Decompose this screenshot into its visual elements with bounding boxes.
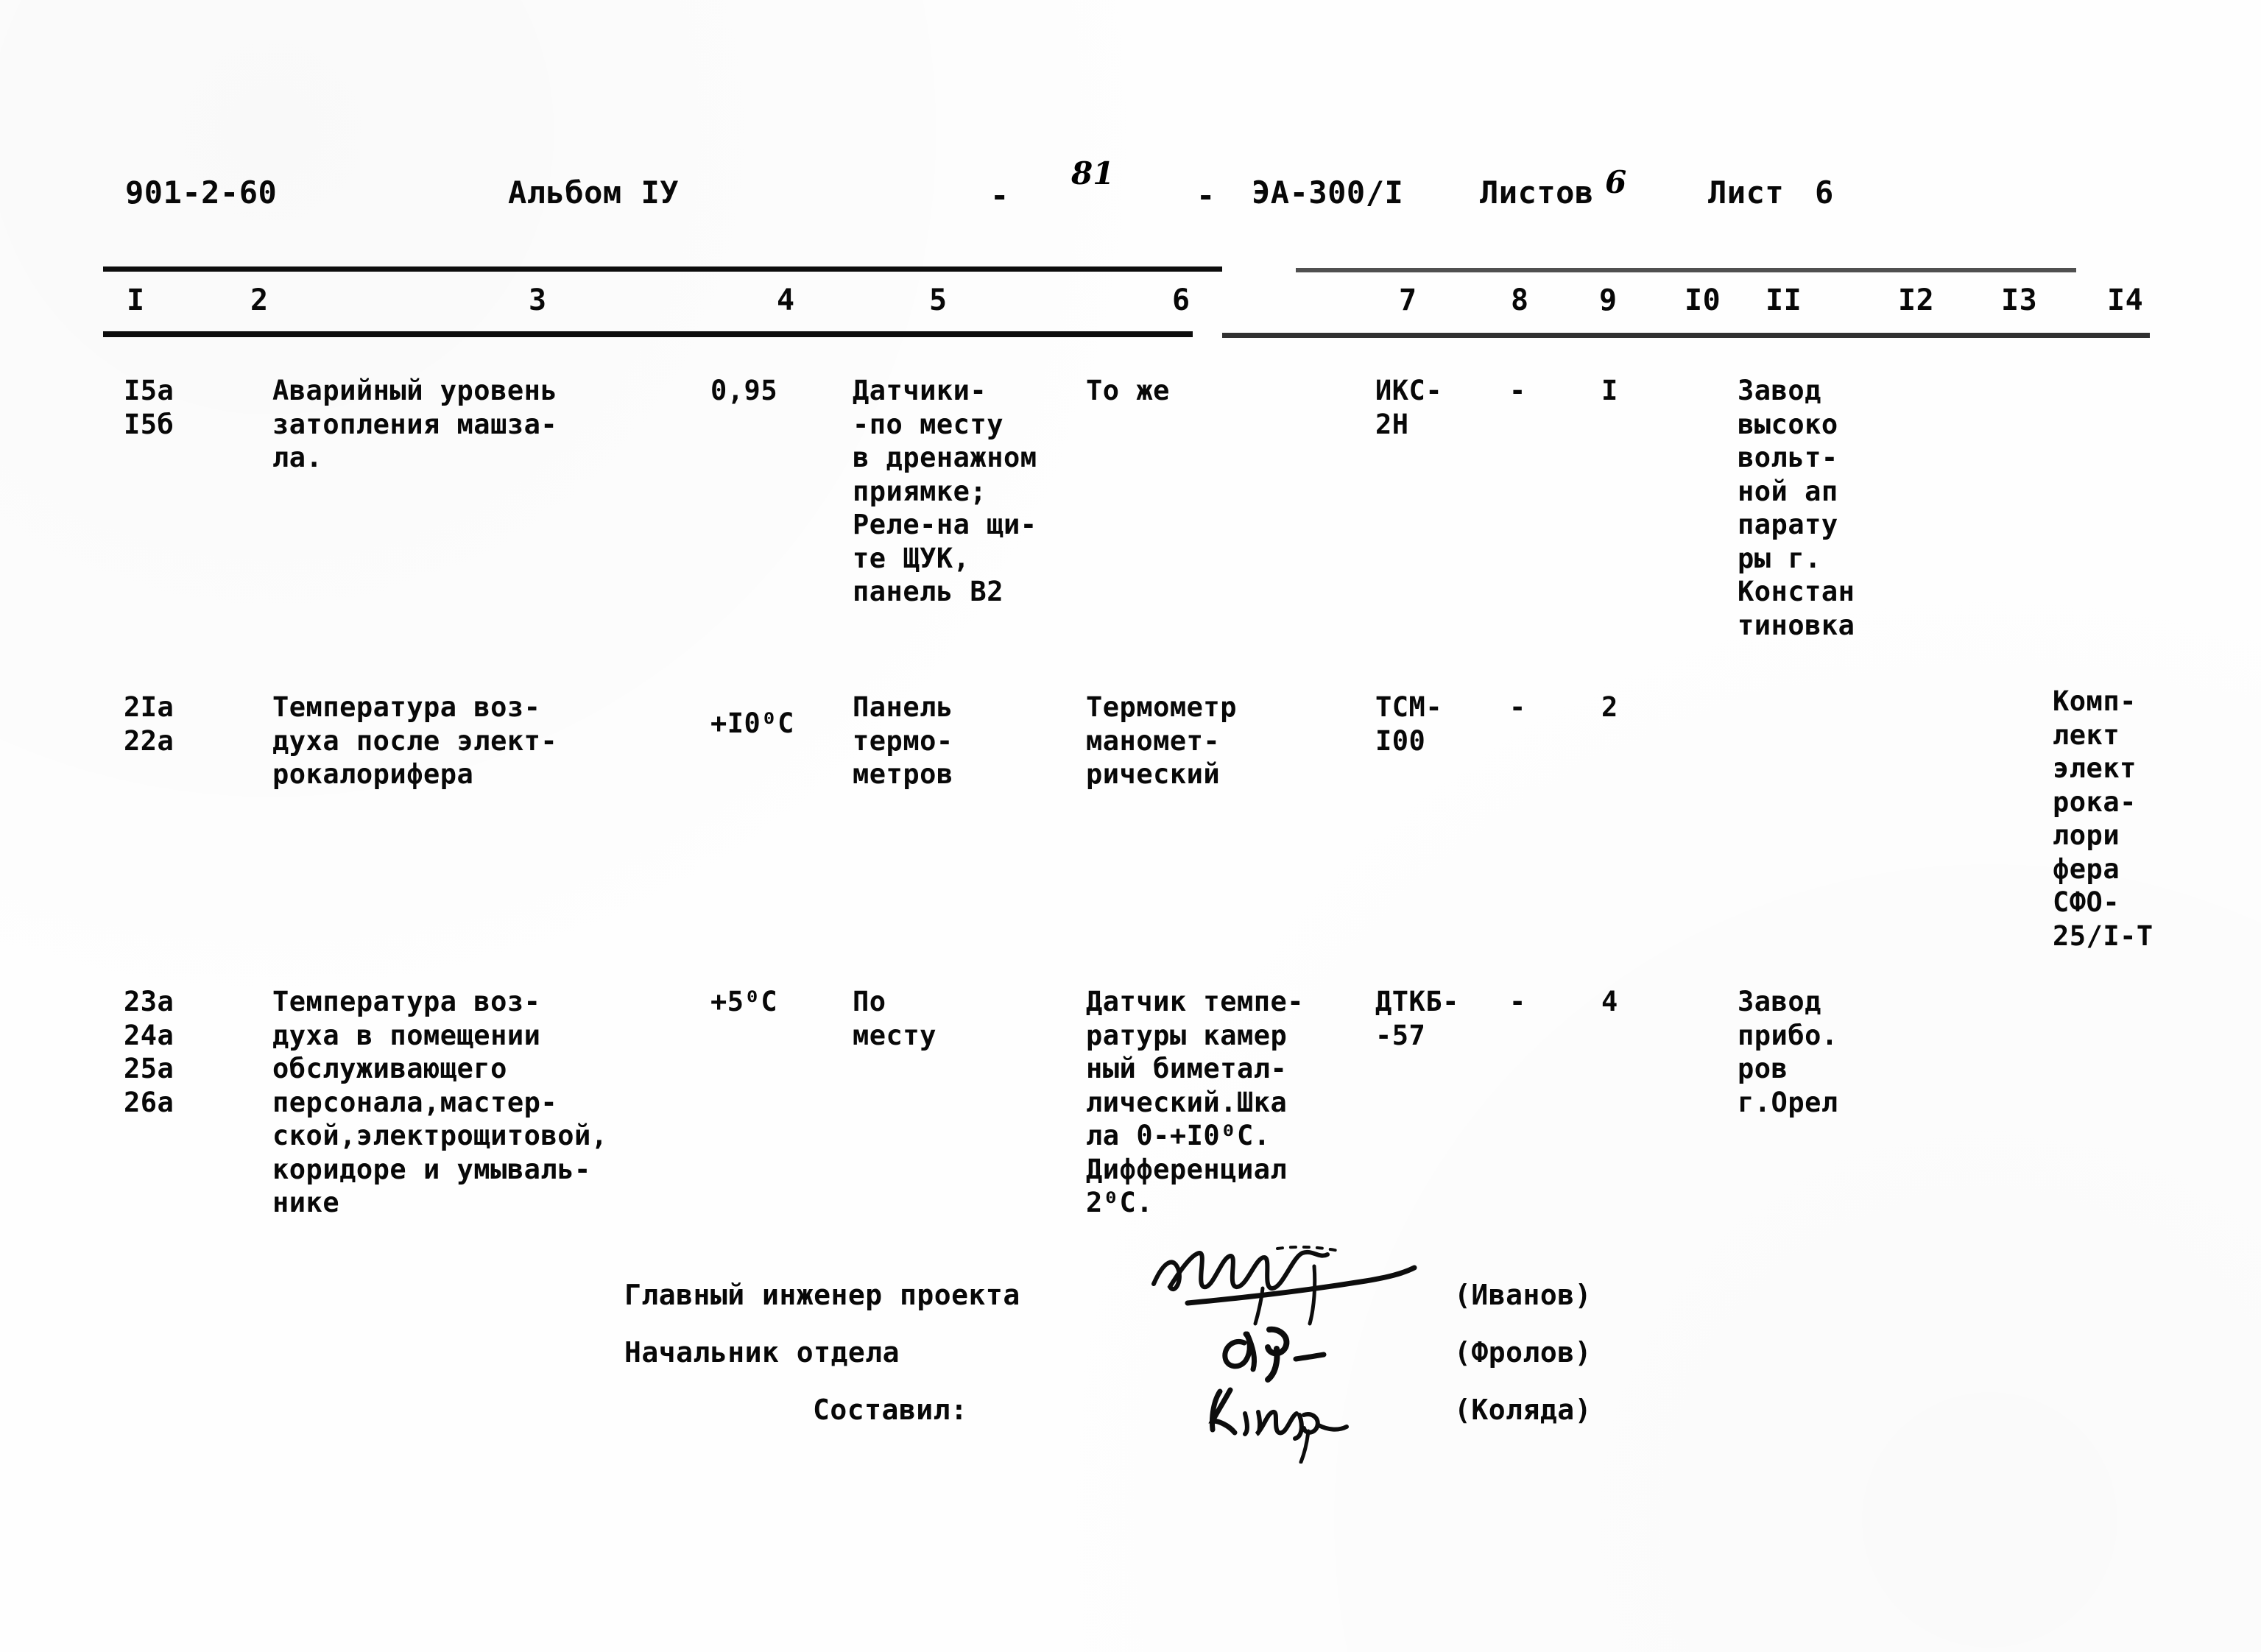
signature-role-chief-engineer: Главный инженер проекта	[624, 1279, 1020, 1311]
document-page: 901-2-60 Альбом IУ - 81 - ЭА-300/I Листо…	[0, 0, 2261, 1652]
signature-role-department-head: Начальник отдела	[624, 1336, 900, 1369]
row2-device-mark: ТСМ- I00	[1375, 691, 1443, 757]
signature-row: Главный инженер проекта (Иванов)	[0, 1246, 2261, 1331]
row2-setpoint: +I0⁰С	[710, 707, 794, 739]
row1-device-mark: ИКС- 2Н	[1375, 375, 1443, 440]
row3-parameter-name: Температура воз- духа в помещении обслуж…	[272, 986, 608, 1218]
row1-position-numbers: I5а I5б	[124, 375, 174, 440]
row3-setpoint: +5⁰С	[710, 986, 778, 1017]
row2-installation-place: Панель термо- метров	[853, 691, 953, 790]
row2-parameter-name: Температура воз- духа после элект- рокал…	[272, 691, 558, 790]
row1-quantity: I	[1601, 375, 1618, 406]
row3-position-numbers: 23а 24а 25а 26а	[124, 986, 174, 1118]
row2-col8-value: -	[1509, 691, 1526, 723]
row2-position-numbers: 2Iа 22а	[124, 691, 174, 757]
row3-quantity: 4	[1601, 986, 1618, 1017]
signature-name-compiler: (Коляда)	[1454, 1394, 1592, 1426]
row3-device-type: Датчик темпе- ратуры камер ный биметал- …	[1086, 986, 1305, 1218]
row3-manufacturer: Завод прибо. ров г.Орел	[1738, 986, 1838, 1118]
row1-manufacturer: Завод высоко вольт- ной ап парату ры г. …	[1738, 375, 1855, 641]
row3-col8-value: -	[1509, 986, 1526, 1017]
row2-quantity: 2	[1601, 691, 1618, 723]
row3-installation-place: По месту	[853, 986, 937, 1051]
row1-installation-place: Датчики- -по месту в дренажном приямке; …	[853, 375, 1037, 607]
signature-name-chief-engineer: (Иванов)	[1454, 1279, 1592, 1311]
signature-row: Начальник отдела (Фролов)	[0, 1326, 2261, 1388]
signature-row: Составил: (Коляда)	[0, 1387, 2261, 1464]
row2-device-type: Термометр маномет- рический	[1086, 691, 1237, 790]
signature-role-compiler: Составил:	[813, 1394, 968, 1426]
row2-note: Комп- лект элект рока- лори фера СФО- 25…	[2053, 685, 2154, 952]
row1-setpoint: 0,95	[710, 375, 778, 406]
row1-col8-value: -	[1509, 375, 1526, 406]
row1-device-type: То же	[1086, 375, 1170, 406]
signature-name-department-head: (Фролов)	[1454, 1336, 1592, 1369]
row3-device-mark: ДТКБ- -57	[1375, 986, 1459, 1051]
row1-parameter-name: Аварийный уровень затопления машза- ла.	[272, 375, 558, 473]
